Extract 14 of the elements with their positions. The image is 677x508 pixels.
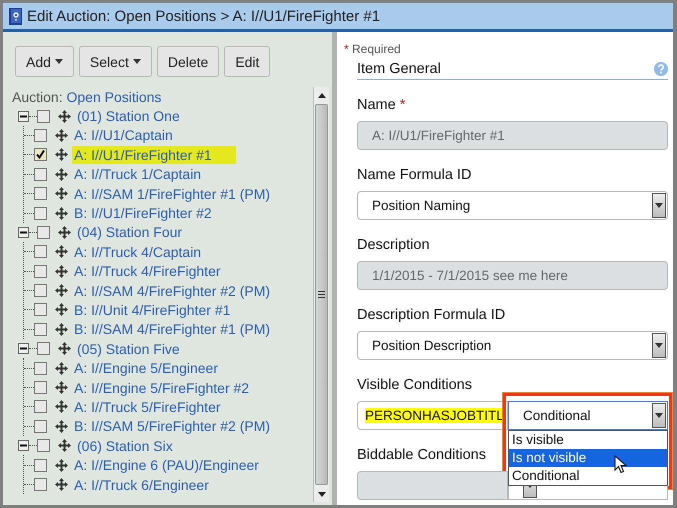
- select-value: Position Description: [372, 338, 492, 353]
- field-label: Visible Conditions: [357, 376, 472, 395]
- section-title: Item General: [357, 61, 441, 77]
- select-value: Position Naming: [372, 198, 470, 213]
- tree-root-label: Auction:: [12, 88, 63, 105]
- select-value: Conditional: [523, 408, 591, 423]
- field-label: Name *: [357, 96, 406, 115]
- field-label: Biddable Conditions: [357, 446, 486, 465]
- field-label: Description: [357, 236, 430, 255]
- field-label: Description Formula ID: [357, 306, 506, 325]
- required-note: * Required: [344, 42, 402, 56]
- formula-text: PERSONHASJOBTITL: [365, 408, 504, 423]
- window-title: Edit Auction: Open Positions > A: I//U1/FireFighter #1: [27, 8, 380, 24]
- field-label: Name Formula ID: [357, 166, 472, 185]
